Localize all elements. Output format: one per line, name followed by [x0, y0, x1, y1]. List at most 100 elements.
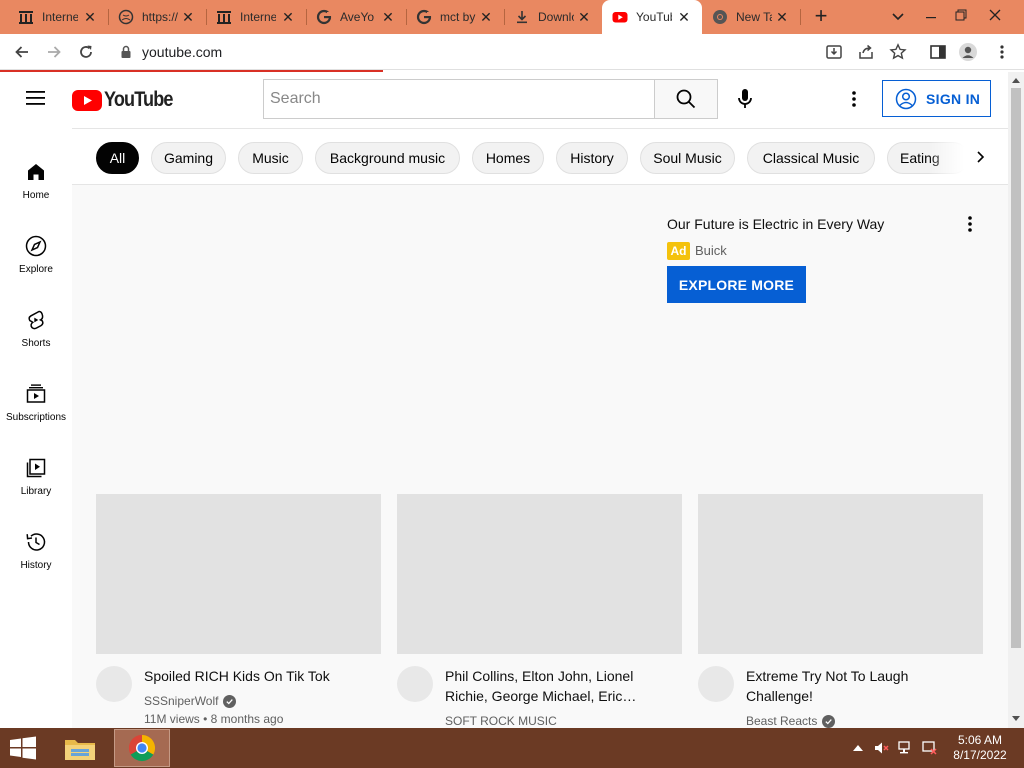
close-icon[interactable]: ✕ [576, 9, 592, 25]
back-icon[interactable] [12, 42, 32, 62]
video-thumbnail[interactable] [96, 494, 381, 654]
sign-in-button[interactable]: SIGN IN [882, 80, 991, 117]
close-icon[interactable]: ✕ [380, 9, 396, 25]
scroll-up-icon[interactable] [1008, 73, 1024, 87]
channel-avatar[interactable] [397, 666, 433, 702]
video-title[interactable]: Extreme Try Not To Laugh Challenge! [746, 666, 976, 706]
chip-background-music[interactable]: Background music [315, 142, 460, 174]
guide-item-history[interactable]: History [0, 520, 72, 580]
chip-all[interactable]: All [96, 142, 139, 174]
chip-gaming[interactable]: Gaming [151, 142, 226, 174]
channel-avatar[interactable] [698, 666, 734, 702]
scrollbar-thumb[interactable] [1011, 88, 1021, 648]
chevron-down-icon[interactable] [888, 8, 908, 26]
tab-internet-archive-2[interactable]: Internet ✕ [206, 0, 306, 34]
video-title[interactable]: Spoiled RICH Kids On Tik Tok [144, 666, 374, 686]
close-icon[interactable]: ✕ [774, 9, 790, 25]
search-button[interactable] [654, 79, 718, 119]
page-scrollbar[interactable] [1008, 72, 1024, 728]
guide-item-explore[interactable]: Explore [0, 224, 72, 284]
chrome-taskbar-icon[interactable] [114, 729, 170, 767]
scroll-down-icon[interactable] [1008, 712, 1024, 726]
ad-more-options-icon[interactable] [958, 212, 982, 236]
side-panel-icon[interactable] [928, 42, 948, 62]
channel-name[interactable]: SSSniperWolf [144, 694, 237, 708]
tab-mct[interactable]: mct by ✕ [406, 0, 504, 34]
video-thumbnail[interactable] [698, 494, 983, 654]
browser-toolbar: youtube.com [0, 34, 1024, 70]
tab-youtube[interactable]: YouTube ✕ [602, 0, 702, 34]
youtube-logo[interactable]: YouTube [72, 88, 184, 112]
library-icon [26, 458, 46, 478]
search-input[interactable] [264, 80, 655, 118]
voice-search-button[interactable] [728, 82, 762, 116]
close-icon[interactable]: ✕ [180, 9, 196, 25]
guide-item-library[interactable]: Library [0, 446, 72, 506]
youtube-icon [612, 9, 628, 25]
lock-icon [120, 45, 132, 64]
chip-history[interactable]: History [556, 142, 628, 174]
masthead: YouTube SIGN IN [0, 72, 1008, 128]
google-icon [416, 9, 432, 25]
url-text: youtube.com [142, 44, 223, 60]
tab-new-tab[interactable]: New Tab ✕ [702, 0, 800, 34]
kebab-menu-icon[interactable] [992, 42, 1012, 62]
action-center-icon[interactable] [922, 740, 938, 756]
file-explorer-icon[interactable] [52, 729, 108, 767]
bookmark-star-icon[interactable] [888, 42, 908, 62]
close-icon[interactable]: ✕ [82, 9, 98, 25]
tab-download[interactable]: Download ✕ [504, 0, 602, 34]
guide-item-subscriptions[interactable]: Subscriptions [0, 372, 72, 432]
address-bar[interactable]: youtube.com [110, 38, 1020, 66]
video-title[interactable]: Phil Collins, Elton John, Lionel Richie,… [445, 666, 675, 706]
close-icon[interactable]: ✕ [676, 9, 692, 25]
archive-icon [216, 9, 232, 25]
channel-avatar[interactable] [96, 666, 132, 702]
settings-more-icon[interactable] [846, 88, 862, 110]
reload-icon[interactable] [76, 42, 96, 62]
new-tab-button[interactable]: + [810, 5, 832, 28]
chip-classical-music[interactable]: Classical Music [747, 142, 875, 174]
restore-icon[interactable] [946, 0, 976, 30]
search-field[interactable] [263, 79, 655, 119]
verified-icon [223, 694, 237, 708]
guide-item-shorts[interactable]: Shorts [0, 298, 72, 358]
network-icon[interactable] [898, 740, 914, 756]
close-icon[interactable]: ✕ [478, 9, 494, 25]
profile-icon[interactable] [958, 42, 978, 62]
compass-icon [25, 235, 47, 257]
guide-item-home[interactable]: Home [0, 150, 72, 210]
channel-name[interactable]: Beast Reacts [746, 714, 836, 728]
chip-music[interactable]: Music [238, 142, 303, 174]
history-icon [26, 533, 46, 551]
ad-advertiser: Buick [695, 243, 727, 258]
clock-date: 8/17/2022 [953, 748, 1007, 762]
tab-aveyo[interactable]: AveYo ✕ [306, 0, 406, 34]
channel-name[interactable]: SOFT ROCK MUSIC [445, 714, 557, 728]
chevron-right-icon[interactable] [970, 146, 990, 168]
share-icon[interactable] [856, 42, 876, 62]
install-app-icon[interactable] [824, 42, 844, 62]
close-icon[interactable]: ✕ [280, 9, 296, 25]
chip-bar: All Gaming Music Background music Homes … [72, 128, 1008, 185]
tab-https[interactable]: https:// ✕ [108, 0, 206, 34]
hamburger-menu-icon[interactable] [26, 90, 46, 111]
forward-icon[interactable] [44, 42, 64, 62]
volume-muted-icon[interactable] [874, 740, 890, 756]
microphone-icon [738, 89, 752, 108]
tray-chevron-up-icon[interactable] [850, 740, 866, 756]
chip-homes[interactable]: Homes [472, 142, 544, 174]
google-icon [316, 9, 332, 25]
ad-title[interactable]: Our Future is Electric in Every Way [667, 216, 884, 232]
explore-more-button[interactable]: EXPLORE MORE [667, 266, 806, 303]
clock-time: 5:06 AM [957, 733, 1003, 747]
tab-internet-archive-1[interactable]: Internet ✕ [8, 0, 108, 34]
tab-strip: Internet ✕ https:// ✕ Internet ✕ AveYo ✕… [0, 0, 1024, 34]
video-thumbnail[interactable] [397, 494, 682, 654]
minimize-icon[interactable] [916, 0, 946, 30]
window-close-icon[interactable] [980, 0, 1010, 30]
archive-icon [18, 9, 34, 25]
system-clock[interactable]: 5:06 AM 8/17/2022 [944, 733, 1016, 763]
chip-soul-music[interactable]: Soul Music [640, 142, 735, 174]
windows-start-icon[interactable] [8, 736, 40, 760]
